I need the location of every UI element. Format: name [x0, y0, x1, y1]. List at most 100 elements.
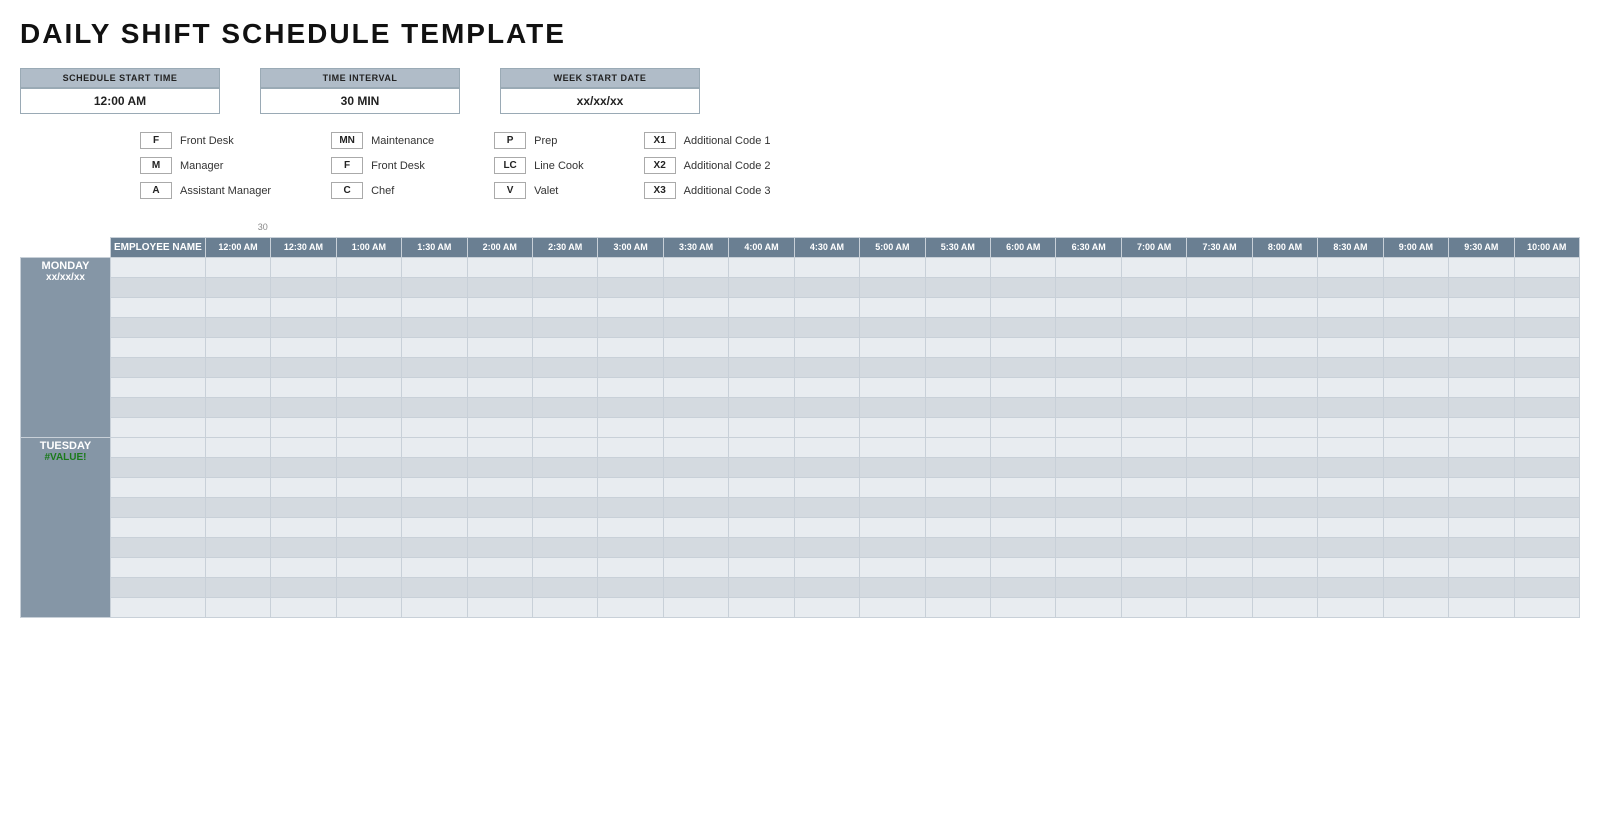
schedule-cell[interactable] — [1514, 597, 1579, 617]
schedule-cell[interactable] — [402, 357, 467, 377]
schedule-cell[interactable] — [598, 337, 663, 357]
schedule-cell[interactable] — [1121, 357, 1186, 377]
schedule-cell[interactable] — [663, 297, 728, 317]
employee-name-cell[interactable] — [111, 557, 206, 577]
schedule-cell[interactable] — [1121, 377, 1186, 397]
schedule-cell[interactable] — [205, 577, 270, 597]
schedule-cell[interactable] — [467, 377, 532, 397]
schedule-cell[interactable] — [991, 397, 1056, 417]
schedule-cell[interactable] — [925, 557, 990, 577]
schedule-cell[interactable] — [794, 397, 859, 417]
employee-name-cell[interactable] — [111, 477, 206, 497]
schedule-cell[interactable] — [860, 557, 925, 577]
schedule-cell[interactable] — [1514, 397, 1579, 417]
schedule-cell[interactable] — [860, 417, 925, 437]
schedule-cell[interactable] — [860, 457, 925, 477]
schedule-cell[interactable] — [991, 477, 1056, 497]
schedule-cell[interactable] — [729, 477, 794, 497]
schedule-cell[interactable] — [925, 457, 990, 477]
schedule-cell[interactable] — [1121, 257, 1186, 277]
schedule-cell[interactable] — [794, 537, 859, 557]
schedule-cell[interactable] — [1383, 497, 1448, 517]
schedule-cell[interactable] — [1449, 537, 1514, 557]
schedule-cell[interactable] — [532, 597, 597, 617]
schedule-cell[interactable] — [598, 477, 663, 497]
schedule-cell[interactable] — [1187, 257, 1252, 277]
schedule-cell[interactable] — [1056, 577, 1121, 597]
schedule-cell[interactable] — [1187, 577, 1252, 597]
schedule-cell[interactable] — [1187, 437, 1252, 457]
schedule-cell[interactable] — [205, 417, 270, 437]
schedule-cell[interactable] — [860, 277, 925, 297]
schedule-cell[interactable] — [467, 537, 532, 557]
schedule-cell[interactable] — [336, 597, 401, 617]
schedule-cell[interactable] — [271, 437, 336, 457]
schedule-cell[interactable] — [794, 417, 859, 437]
schedule-cell[interactable] — [1121, 337, 1186, 357]
schedule-cell[interactable] — [336, 497, 401, 517]
schedule-cell[interactable] — [532, 277, 597, 297]
schedule-cell[interactable] — [271, 517, 336, 537]
schedule-cell[interactable] — [860, 377, 925, 397]
schedule-cell[interactable] — [1383, 417, 1448, 437]
config-value-1[interactable]: 30 MIN — [260, 88, 460, 114]
schedule-cell[interactable] — [794, 577, 859, 597]
schedule-cell[interactable] — [532, 477, 597, 497]
schedule-cell[interactable] — [205, 457, 270, 477]
schedule-cell[interactable] — [1187, 597, 1252, 617]
schedule-cell[interactable] — [598, 317, 663, 337]
schedule-cell[interactable] — [1056, 537, 1121, 557]
schedule-cell[interactable] — [271, 317, 336, 337]
schedule-cell[interactable] — [794, 297, 859, 317]
schedule-cell[interactable] — [1383, 517, 1448, 537]
schedule-cell[interactable] — [1514, 337, 1579, 357]
schedule-cell[interactable] — [598, 597, 663, 617]
schedule-cell[interactable] — [1383, 397, 1448, 417]
schedule-cell[interactable] — [1514, 277, 1579, 297]
schedule-cell[interactable] — [1187, 357, 1252, 377]
schedule-cell[interactable] — [1514, 377, 1579, 397]
schedule-cell[interactable] — [925, 357, 990, 377]
schedule-cell[interactable] — [467, 257, 532, 277]
schedule-cell[interactable] — [925, 497, 990, 517]
schedule-cell[interactable] — [729, 597, 794, 617]
schedule-cell[interactable] — [336, 277, 401, 297]
schedule-cell[interactable] — [402, 537, 467, 557]
schedule-cell[interactable] — [663, 417, 728, 437]
schedule-cell[interactable] — [663, 457, 728, 477]
schedule-cell[interactable] — [1121, 577, 1186, 597]
schedule-cell[interactable] — [402, 517, 467, 537]
schedule-cell[interactable] — [1449, 417, 1514, 437]
schedule-cell[interactable] — [1187, 297, 1252, 317]
schedule-cell[interactable] — [991, 577, 1056, 597]
schedule-cell[interactable] — [1383, 277, 1448, 297]
schedule-cell[interactable] — [467, 557, 532, 577]
schedule-cell[interactable] — [1187, 537, 1252, 557]
schedule-cell[interactable] — [1252, 397, 1317, 417]
schedule-cell[interactable] — [1449, 257, 1514, 277]
schedule-cell[interactable] — [598, 577, 663, 597]
schedule-cell[interactable] — [1252, 437, 1317, 457]
schedule-cell[interactable] — [925, 277, 990, 297]
schedule-cell[interactable] — [1514, 317, 1579, 337]
schedule-cell[interactable] — [729, 437, 794, 457]
schedule-cell[interactable] — [1449, 497, 1514, 517]
schedule-cell[interactable] — [1056, 377, 1121, 397]
schedule-cell[interactable] — [402, 577, 467, 597]
schedule-cell[interactable] — [925, 337, 990, 357]
schedule-cell[interactable] — [991, 337, 1056, 357]
schedule-cell[interactable] — [663, 357, 728, 377]
schedule-cell[interactable] — [1318, 277, 1383, 297]
schedule-cell[interactable] — [402, 257, 467, 277]
schedule-cell[interactable] — [663, 517, 728, 537]
schedule-cell[interactable] — [598, 297, 663, 317]
schedule-cell[interactable] — [532, 437, 597, 457]
schedule-cell[interactable] — [205, 257, 270, 277]
schedule-cell[interactable] — [991, 417, 1056, 437]
schedule-cell[interactable] — [860, 537, 925, 557]
schedule-cell[interactable] — [663, 537, 728, 557]
schedule-cell[interactable] — [205, 437, 270, 457]
schedule-cell[interactable] — [271, 297, 336, 317]
schedule-cell[interactable] — [1383, 337, 1448, 357]
schedule-cell[interactable] — [467, 397, 532, 417]
